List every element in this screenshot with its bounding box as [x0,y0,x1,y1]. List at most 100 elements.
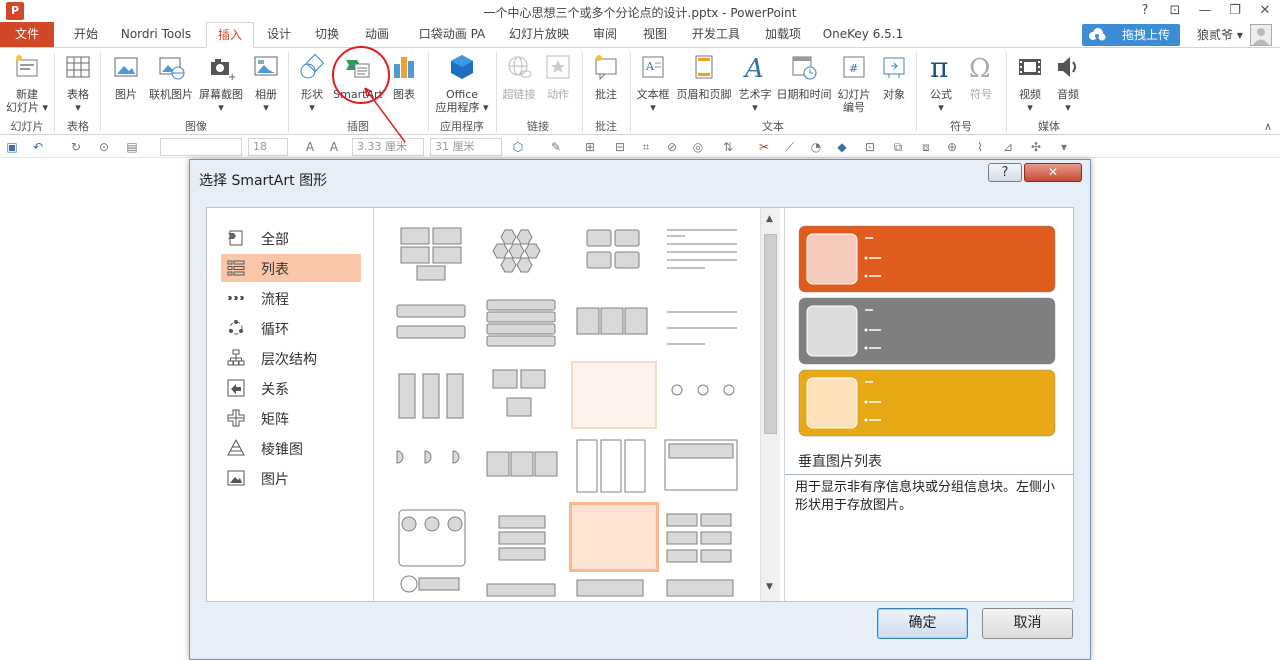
dialog-close-button[interactable]: ✕ [1024,163,1082,182]
tab-nordri-tools[interactable]: Nordri Tools [112,22,200,47]
action-button[interactable]: 动作 [540,52,576,101]
chart-button[interactable]: 图表 [388,52,420,101]
layout-thumb-folder-list[interactable] [666,579,734,597]
layout-thumb-column-picture[interactable] [576,579,644,597]
eraser-icon[interactable]: ✂ [756,139,772,155]
tab-pocket-animation[interactable]: 口袋动画 PA [406,22,498,47]
send-backward-icon[interactable]: ⧈ [918,139,934,155]
hyperlink-button[interactable]: 超链接 [500,52,538,101]
scroll-thumb[interactable] [764,234,777,434]
smartart-button[interactable]: SmartArt [332,52,384,101]
layout-thumb-block-grid[interactable] [666,513,732,563]
tab-home[interactable]: 开始 [62,22,110,47]
layout-thumb-circle-line[interactable] [671,384,735,396]
scroll-up-icon[interactable]: ▲ [766,214,773,224]
avatar[interactable] [1250,24,1272,46]
layout-thumb-picture-column[interactable] [398,509,466,567]
rotate-icon[interactable]: ⊘ [664,139,680,155]
ok-button[interactable]: 确定 [877,608,968,639]
category-process[interactable]: 流程 [221,284,361,312]
layout-thumb-column-list[interactable] [576,439,646,493]
symbol-button[interactable]: Ω 符号 [962,52,1000,101]
select-pane-icon[interactable]: ⊡ [862,139,878,155]
shrink-font-icon[interactable]: A [326,139,342,155]
font-size-box[interactable]: 18 [248,138,288,156]
tab-addins[interactable]: 加载项 [754,22,812,47]
comment-button[interactable]: 批注 [588,52,624,101]
layout-selected-vertical-picture-list[interactable] [569,502,659,572]
category-picture[interactable]: 图片 [221,464,361,492]
category-cycle[interactable]: 循环 [221,314,361,342]
guides-icon[interactable]: ✣ [1028,139,1044,155]
screenshot-button[interactable]: + 屏幕截图 ▾ [196,52,246,114]
category-list-item[interactable]: 列表 [221,254,361,282]
tab-slideshow[interactable]: 幻灯片放映 [502,22,576,47]
layout-thumb-picture-caption[interactable] [492,369,546,417]
object-button[interactable]: 对象 [876,52,912,101]
category-pyramid[interactable]: 棱锥图 [221,434,361,462]
layout-thumb-circle-list[interactable] [400,575,460,593]
video-button[interactable]: 视频 ▾ [1012,52,1048,114]
dialog-help-button[interactable]: ? [988,163,1022,182]
account-name[interactable]: 狼贰爷 ▾ [1197,26,1243,43]
audio-button[interactable]: 音频 ▾ [1050,52,1086,114]
distribute-icon[interactable]: ⊟ [612,139,628,155]
ribbon-display-button[interactable]: ⊡ [1160,0,1190,22]
datetime-button[interactable]: 日期和时间 [776,52,832,101]
shape-fill-icon[interactable]: ⬡ [510,139,526,155]
layout-thumb-pie-process[interactable] [396,450,460,464]
grow-font-icon[interactable]: A [302,139,318,155]
cancel-button[interactable]: 取消 [982,608,1073,639]
layout-thumb-basic-block[interactable] [400,227,462,281]
category-matrix[interactable]: 矩阵 [221,404,361,432]
online-picture-button[interactable]: 联机图片 [146,52,196,101]
crop-icon[interactable]: ⌗ [638,139,654,155]
header-footer-button[interactable]: 页眉和页脚 [674,52,734,101]
layout-thumb-hexagon[interactable] [492,229,541,273]
album-button[interactable]: 相册 ▾ [248,52,284,114]
upload-button[interactable]: 拖拽上传 [1082,24,1180,46]
format-painter-icon[interactable]: ✎ [548,139,564,155]
chart-style-icon[interactable]: ◔ [808,139,824,155]
layout-thumb-lined-list[interactable] [667,229,737,269]
customize-toolbar-icon[interactable]: ▾ [1056,139,1072,155]
brush-icon[interactable]: ⌇ [972,139,988,155]
layout-thumb-chevron-list[interactable] [486,451,558,477]
tab-developer[interactable]: 开发工具 [682,22,750,47]
office-apps-button[interactable]: Office 应用程序 ▾ [432,52,492,114]
tab-transitions[interactable]: 切换 [304,22,350,47]
layout-thumb-table-list[interactable] [576,307,648,335]
layout-thumb-block-table[interactable] [664,439,738,491]
layout-thumb-stacked-list[interactable] [486,299,556,347]
layout-thumb-horizontal-bullet[interactable] [396,304,466,339]
tab-review[interactable]: 审阅 [582,22,628,47]
undo-icon[interactable]: ↶ [30,139,46,155]
tab-onekey[interactable]: OneKey 6.5.1 [818,22,908,47]
layout-thumb-bar-list[interactable] [486,583,556,597]
table-button[interactable]: 表格 ▾ [60,52,96,114]
align-icon[interactable]: ⊞ [582,139,598,155]
help-button[interactable]: ? [1130,0,1160,22]
layout-icon[interactable]: ▤ [124,139,140,155]
tab-design[interactable]: 设计 [256,22,302,47]
layout-thumb-grouped-blocks[interactable] [586,229,640,269]
category-relationship[interactable]: 关系 [221,374,361,402]
eyedropper-icon[interactable]: ⟋ [782,139,798,155]
equation-button[interactable]: π 公式 ▾ [922,51,960,114]
category-hierarchy[interactable]: 层次结构 [221,344,361,372]
collapse-ribbon-icon[interactable]: ∧ [1264,120,1272,133]
save-icon[interactable]: ▣ [4,139,20,155]
redo-icon[interactable]: ↻ [68,139,84,155]
color-icon[interactable]: ◆ [834,139,850,155]
layout-thumb-tab-list[interactable] [667,311,737,345]
merge-shapes-icon[interactable]: ⊕ [944,139,960,155]
font-name-box[interactable] [160,138,242,156]
category-all[interactable]: 全部 [221,224,361,252]
new-slide-button[interactable]: 新建 幻灯片 ▾ [4,52,50,114]
layout-thumb-vertical-box[interactable] [398,373,464,419]
presentation-icon[interactable]: ⊙ [96,139,112,155]
shape-width-box[interactable]: 31 厘米 [430,138,502,156]
line-spacing-icon[interactable]: ⇅ [720,139,736,155]
picture-button[interactable]: 图片 [108,52,144,101]
shape-height-box[interactable]: 3.33 厘米 [352,138,424,156]
